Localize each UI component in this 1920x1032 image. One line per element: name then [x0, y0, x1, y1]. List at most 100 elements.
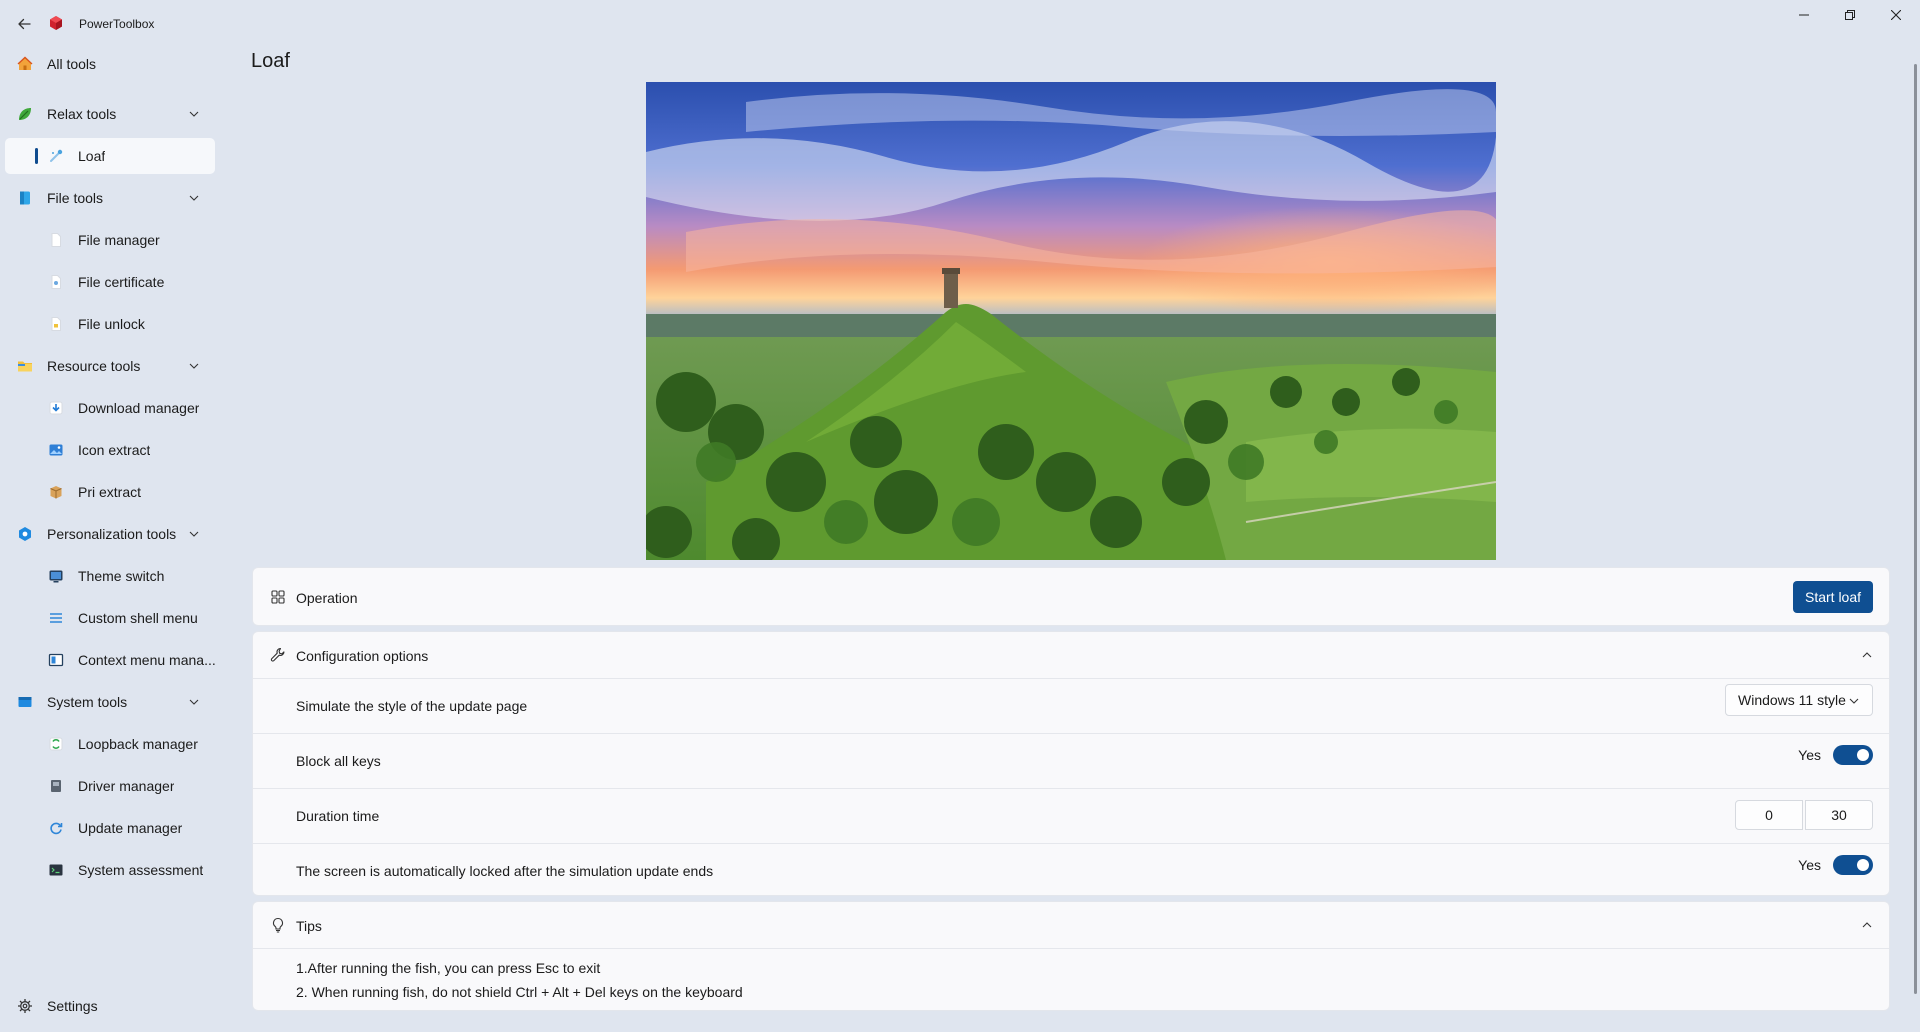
update-style-value: Windows 11 style — [1738, 692, 1846, 708]
tip-line: 1.After running the fish, you can press … — [296, 960, 601, 976]
chevron-down-icon — [189, 363, 199, 369]
folder-icon — [17, 358, 33, 374]
sidebar-item-label: Loaf — [78, 148, 106, 164]
file-icon — [48, 232, 64, 248]
toggle-knob — [1857, 749, 1869, 761]
sidebar-item-file-manager[interactable]: File manager — [5, 222, 215, 258]
operation-label: Operation — [296, 590, 358, 606]
sidebar-item-loaf[interactable]: Loaf — [5, 138, 215, 174]
sidebar-item-label: Context menu mana... — [78, 652, 216, 668]
file-tools-icon — [17, 190, 33, 206]
chevron-down-icon — [189, 531, 199, 537]
minimize-icon — [1799, 14, 1809, 16]
sidebar-item-system-assessment[interactable]: System assessment — [5, 852, 215, 888]
sidebar-item-label: File unlock — [78, 316, 145, 332]
start-loaf-button[interactable]: Start loaf — [1793, 581, 1873, 613]
sidebar-item-icon-extract[interactable]: Icon extract — [5, 432, 215, 468]
loaf-icon — [48, 148, 64, 164]
download-icon — [48, 400, 64, 416]
chevron-down-icon — [189, 195, 199, 201]
configuration-card: Configuration options Simulate the style… — [252, 631, 1890, 896]
auto-lock-toggle[interactable] — [1833, 855, 1873, 875]
sidebar-group-label: Personalization tools — [47, 526, 177, 542]
personalization-icon — [17, 526, 33, 542]
block-keys-toggle-group: Yes — [1798, 745, 1873, 765]
minimize-button[interactable] — [1781, 0, 1827, 30]
auto-lock-toggle-group: Yes — [1798, 855, 1873, 875]
sidebar-group-file-tools[interactable]: File tools — [5, 180, 215, 216]
tip-line: 2. When running fish, do not shield Ctrl… — [296, 984, 743, 1000]
image-icon — [48, 442, 64, 458]
close-button[interactable] — [1873, 0, 1919, 30]
sidebar-item-label: Custom shell menu — [78, 610, 198, 626]
sidebar-item-all-tools[interactable]: All tools — [5, 46, 215, 82]
duration-label: Duration time — [296, 808, 380, 824]
sidebar-item-pri-extract[interactable]: Pri extract — [5, 474, 215, 510]
sidebar-item-theme-switch[interactable]: Theme switch — [5, 558, 215, 594]
sidebar-item-label: Loopback manager — [78, 736, 198, 752]
sidebar-item-label: All tools — [47, 56, 97, 72]
file-certificate-icon — [48, 274, 64, 290]
sidebar-item-settings[interactable]: Settings — [5, 988, 215, 1024]
leaf-icon — [17, 106, 33, 122]
sidebar-group-system-tools[interactable]: System tools — [5, 684, 215, 720]
app-logo-icon — [48, 15, 64, 31]
sidebar-group-relax-tools[interactable]: Relax tools — [5, 96, 215, 132]
back-button[interactable] — [8, 8, 40, 40]
page-title: Loaf — [251, 50, 290, 72]
update-style-dropdown[interactable]: Windows 11 style — [1725, 684, 1873, 716]
sidebar-item-label: Update manager — [78, 820, 183, 836]
tips-card: Tips 1.After running the fish, you can p… — [252, 901, 1890, 1011]
duration-hours-input[interactable]: 0 — [1735, 800, 1803, 830]
tips-header[interactable]: Tips — [253, 902, 1889, 948]
configuration-header[interactable]: Configuration options — [253, 632, 1889, 678]
sidebar-item-file-unlock[interactable]: File unlock — [5, 306, 215, 342]
sidebar-group-label: System tools — [47, 694, 128, 710]
sidebar-item-label: System assessment — [78, 862, 204, 878]
apps-grid-icon — [269, 588, 287, 606]
sidebar-item-download-manager[interactable]: Download manager — [5, 390, 215, 426]
sidebar-group-label: Resource tools — [47, 358, 141, 374]
sidebar-item-label: Theme switch — [78, 568, 165, 584]
selection-indicator — [35, 148, 38, 164]
context-menu-icon — [48, 652, 64, 668]
block-keys-toggle[interactable] — [1833, 745, 1873, 765]
terminal-icon — [48, 862, 64, 878]
title-bar: PowerToolbox — [0, 0, 1920, 46]
duration-minutes-input[interactable]: 30 — [1805, 800, 1873, 830]
sidebar-group-label: Relax tools — [47, 106, 117, 122]
sidebar-group-resource-tools[interactable]: Resource tools — [5, 348, 215, 384]
chevron-up-icon — [1862, 652, 1872, 658]
chevron-down-icon — [1849, 698, 1859, 704]
divider — [253, 733, 1889, 734]
sidebar-item-label: File manager — [78, 232, 160, 248]
sidebar-item-driver-manager[interactable]: Driver manager — [5, 768, 215, 804]
sidebar-item-label: Driver manager — [78, 778, 175, 794]
sidebar-item-file-certificate[interactable]: File certificate — [5, 264, 215, 300]
chevron-down-icon — [189, 111, 199, 117]
divider — [253, 678, 1889, 679]
restore-button[interactable] — [1827, 0, 1873, 30]
sidebar-item-update-manager[interactable]: Update manager — [5, 810, 215, 846]
gear-icon — [17, 998, 33, 1014]
auto-lock-label: The screen is automatically locked after… — [296, 863, 714, 879]
block-keys-label: Block all keys — [296, 753, 381, 769]
file-unlock-icon — [48, 316, 64, 332]
restore-icon — [1845, 10, 1855, 20]
divider — [253, 843, 1889, 844]
sidebar-item-label: Icon extract — [78, 442, 151, 458]
close-icon — [1891, 10, 1901, 20]
sidebar-group-personalization-tools[interactable]: Personalization tools — [5, 516, 215, 552]
sidebar-item-context-menu-manager[interactable]: Context menu mana... — [5, 642, 216, 678]
vertical-scrollbar[interactable] — [1914, 64, 1917, 994]
sidebar-item-custom-shell-menu[interactable]: Custom shell menu — [5, 600, 215, 636]
sidebar-item-label: Settings — [47, 998, 98, 1014]
sidebar-item-label: Download manager — [78, 400, 200, 416]
package-icon — [48, 484, 64, 500]
refresh-icon — [48, 820, 64, 836]
sidebar: All tools Relax tools Loaf File tools Fi… — [0, 46, 220, 1032]
divider — [253, 788, 1889, 789]
driver-icon — [48, 778, 64, 794]
sidebar-item-loopback-manager[interactable]: Loopback manager — [5, 726, 215, 762]
sidebar-item-label: File certificate — [78, 274, 165, 290]
